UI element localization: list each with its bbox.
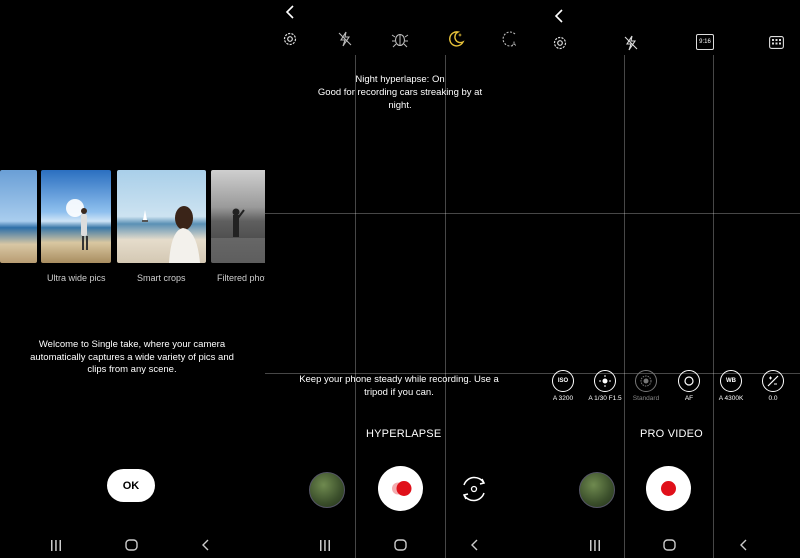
nav-bar bbox=[0, 533, 265, 557]
home-icon[interactable] bbox=[662, 539, 676, 551]
single-take-panel: Ultra wide pics Smart crops Filtered pho… bbox=[0, 0, 265, 558]
record-button[interactable] bbox=[378, 466, 423, 511]
mode-label-pro-video: PRO VIDEO bbox=[640, 428, 703, 440]
grid-line bbox=[624, 55, 625, 558]
svg-text:A: A bbox=[512, 42, 516, 48]
color-tone-value: Standard bbox=[632, 395, 660, 402]
settings-icon[interactable] bbox=[551, 34, 569, 52]
iso-control[interactable]: ISO bbox=[552, 370, 574, 392]
shutter-control[interactable] bbox=[594, 370, 616, 392]
home-icon[interactable] bbox=[124, 539, 138, 551]
iso-icon: ISO bbox=[557, 378, 569, 384]
night-bug-icon[interactable] bbox=[390, 29, 410, 49]
back-arrow-icon[interactable] bbox=[552, 8, 566, 24]
pro-video-panel: 9:16 ISO A 3200 A 1/30 F1.5 Standard AF … bbox=[535, 0, 800, 558]
back-icon[interactable] bbox=[737, 539, 751, 551]
hyperlapse-panel: A Night hyperlapse: On Good for recordin… bbox=[265, 0, 535, 558]
thumbnail-smart-crops bbox=[117, 170, 206, 263]
night-hyperlapse-desc: Good for recording cars streaking by at … bbox=[317, 87, 483, 111]
focus-value: AF bbox=[684, 395, 694, 402]
color-tone-control bbox=[635, 370, 657, 392]
ok-button[interactable]: OK bbox=[107, 469, 155, 502]
grid-menu-icon[interactable] bbox=[767, 33, 785, 51]
recent-apps-icon[interactable] bbox=[318, 539, 332, 551]
exposure-icon bbox=[767, 375, 779, 387]
grid-line bbox=[535, 373, 800, 374]
back-icon[interactable] bbox=[199, 539, 213, 551]
back-arrow-icon[interactable] bbox=[283, 4, 297, 20]
grid-line bbox=[445, 55, 446, 558]
tripod-tip: Keep your phone steady while recording. … bbox=[299, 374, 499, 398]
exposure-value: 0.0 bbox=[768, 395, 778, 402]
focus-icon bbox=[684, 376, 694, 386]
white-balance-value: A 4300K bbox=[718, 395, 744, 402]
grid-line bbox=[355, 55, 356, 558]
gallery-thumbnail[interactable] bbox=[579, 472, 615, 508]
mode-label-hyperlapse: HYPERLAPSE bbox=[366, 428, 442, 440]
focus-control[interactable] bbox=[678, 370, 700, 392]
white-balance-icon: WB bbox=[726, 378, 736, 384]
nav-bar bbox=[265, 533, 535, 557]
grid-line bbox=[713, 55, 714, 558]
shutter-value: A 1/30 F1.5 bbox=[588, 395, 622, 402]
record-button[interactable] bbox=[646, 466, 691, 511]
gallery-thumbnail[interactable] bbox=[309, 472, 345, 508]
thumbnail-beach-1 bbox=[0, 170, 37, 263]
auto-fps-icon[interactable]: A bbox=[500, 29, 520, 49]
white-balance-control[interactable]: WB bbox=[720, 370, 742, 392]
grid-line bbox=[265, 213, 535, 214]
thumbnail-label: Filtered phot bbox=[217, 273, 265, 283]
aspect-ratio-icon[interactable]: 9:16 bbox=[695, 33, 715, 51]
home-icon[interactable] bbox=[393, 539, 407, 551]
nav-bar bbox=[535, 533, 800, 557]
thumbnail-label: Smart crops bbox=[137, 273, 186, 283]
exposure-control[interactable] bbox=[762, 370, 784, 392]
night-hyperlapse-icon[interactable] bbox=[446, 29, 466, 49]
flash-off-icon[interactable] bbox=[622, 34, 640, 52]
color-tone-icon bbox=[640, 375, 652, 387]
thumbnail-label: Ultra wide pics bbox=[47, 273, 106, 283]
recent-apps-icon[interactable] bbox=[588, 539, 602, 551]
aperture-icon bbox=[599, 375, 611, 387]
grid-line bbox=[535, 213, 800, 214]
back-icon[interactable] bbox=[468, 539, 482, 551]
welcome-text: Welcome to Single take, where your camer… bbox=[30, 339, 234, 375]
thumbnail-ultra-wide bbox=[41, 170, 111, 263]
settings-icon[interactable] bbox=[281, 30, 299, 48]
aspect-ratio-label: 9:16 bbox=[696, 34, 714, 50]
night-hyperlapse-title: Night hyperlapse: On bbox=[355, 74, 445, 85]
thumbnail-filtered bbox=[211, 170, 265, 263]
recent-apps-icon[interactable] bbox=[49, 539, 63, 551]
switch-camera-icon[interactable] bbox=[458, 473, 490, 505]
iso-value: A 3200 bbox=[552, 395, 574, 402]
flash-off-icon[interactable] bbox=[336, 30, 354, 48]
